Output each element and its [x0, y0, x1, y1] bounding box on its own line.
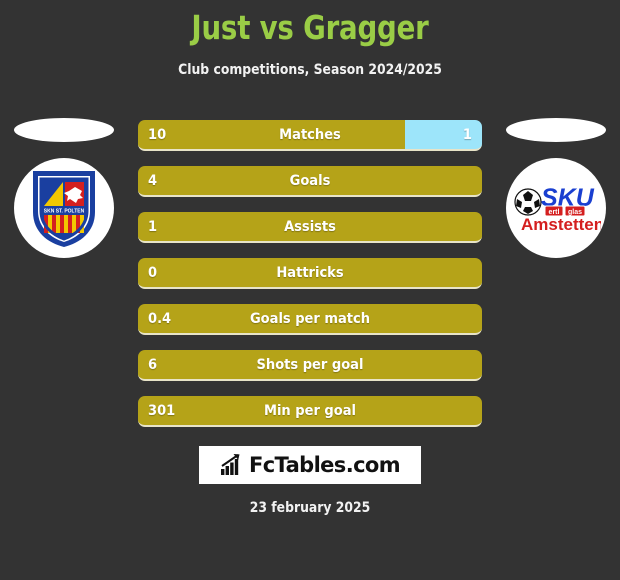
- stat-row: 1 Assists: [138, 212, 482, 243]
- footer-date: 23 february 2025: [249, 500, 371, 516]
- right-logo-disc: SKU ertl glas Amstetten: [506, 158, 606, 258]
- stat-label: Min per goal: [263, 403, 356, 419]
- stat-row: 4 Goals: [138, 166, 482, 197]
- page-subtitle: Club competitions, Season 2024/2025: [178, 62, 442, 78]
- skn-st-polten-crest-icon: SKN ST. POLTEN: [33, 171, 95, 247]
- right-team-logo: SKU ertl glas Amstetten: [496, 118, 616, 268]
- stat-row: 1 10 Matches: [138, 120, 482, 151]
- stat-row: 0 Hattricks: [138, 258, 482, 289]
- left-logo-disc: SKN ST. POLTEN: [14, 158, 114, 258]
- stat-row: 0.4 Goals per match: [138, 304, 482, 335]
- page-title: Just vs Gragger: [191, 8, 429, 47]
- stat-label: Goals per match: [249, 311, 371, 327]
- stat-label: Goals: [289, 173, 331, 189]
- crest-text: SKN ST. POLTEN: [44, 209, 85, 215]
- stat-row: 301 Min per goal: [138, 396, 482, 427]
- amstetten-text: Amstetten: [521, 215, 601, 234]
- stats-list: 1 10 Matches 4 Goals 1 Assists 0 Hattricks 0.4 Goa…: [138, 120, 482, 442]
- watermark[interactable]: FcTables.com: [199, 446, 421, 484]
- stat-label: Hattricks: [276, 265, 344, 281]
- left-team-logo: SKN ST. POLTEN: [4, 118, 124, 268]
- bar-chart-arrow-icon: [220, 454, 240, 475]
- left-logo-ellipse: [14, 118, 114, 142]
- watermark-text: FcTables.com: [248, 453, 401, 477]
- stat-label: Matches: [279, 127, 341, 143]
- stat-label: Shots per goal: [256, 357, 364, 373]
- sku-amstetten-logo-icon: SKU ertl glas Amstetten: [514, 184, 601, 234]
- stat-row: 6 Shots per goal: [138, 350, 482, 381]
- comparison-infographic: Just vs Gragger Club competitions, Seaso…: [0, 0, 620, 580]
- right-logo-ellipse: [506, 118, 606, 142]
- stat-label: Assists: [284, 219, 336, 235]
